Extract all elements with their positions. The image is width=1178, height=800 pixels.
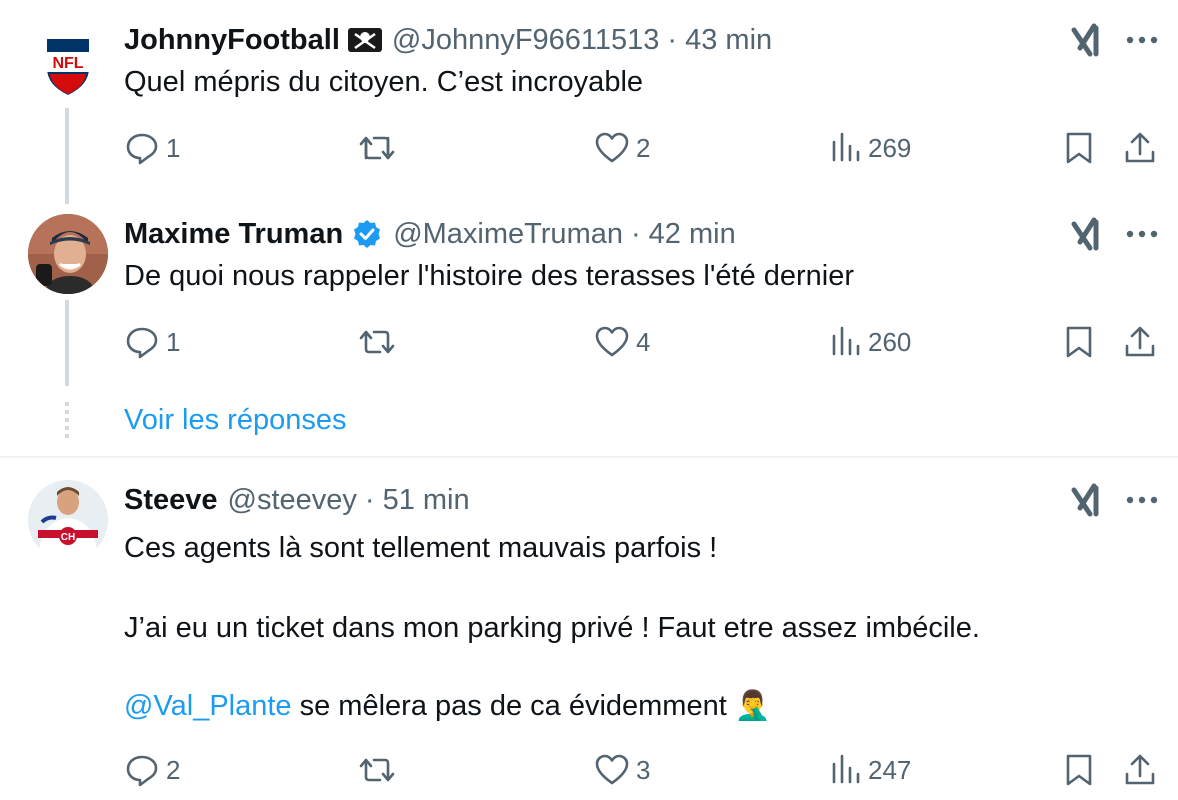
view-count: 269 bbox=[868, 132, 912, 163]
grok-icon[interactable] bbox=[1068, 20, 1108, 60]
reply-button[interactable]: 1 bbox=[124, 322, 180, 362]
retweet-button[interactable] bbox=[358, 128, 402, 168]
like-button[interactable]: 3 bbox=[594, 750, 650, 790]
views-icon bbox=[832, 132, 860, 162]
reply-count: 1 bbox=[166, 326, 181, 357]
user-handle[interactable]: @JohnnyF96611513 bbox=[392, 24, 660, 57]
tweet-header: JohnnyFootball @JohnnyF96611513 · 43 min bbox=[124, 20, 772, 60]
view-count: 247 bbox=[868, 754, 912, 785]
action-bar: 1 2 269 bbox=[0, 128, 1178, 168]
share-icon bbox=[1125, 132, 1155, 163]
grok-icon[interactable] bbox=[1068, 480, 1108, 520]
facepalm-emoji: 🤦‍♂️ bbox=[734, 690, 771, 722]
views-icon bbox=[832, 326, 860, 356]
reply-button[interactable]: 2 bbox=[124, 750, 180, 790]
tweet-text-line-3: @Val_Plante se mêlera pas de ca évidemme… bbox=[124, 686, 1154, 726]
like-count: 4 bbox=[636, 326, 651, 357]
tweet-johnnyfootball: NFL JohnnyFootball @JohnnyF96611513 · 43… bbox=[0, 0, 1178, 204]
mention-link[interactable]: @Val_Plante bbox=[124, 690, 292, 722]
grok-icon[interactable] bbox=[1068, 214, 1108, 254]
thread-continuation-dots bbox=[65, 402, 69, 438]
views-button[interactable]: 269 bbox=[830, 128, 911, 168]
retweet-button[interactable] bbox=[358, 750, 402, 790]
separator-dot: · bbox=[667, 23, 678, 56]
bookmark-button[interactable] bbox=[1064, 750, 1094, 790]
verified-icon bbox=[351, 218, 383, 250]
svg-text:NFL: NFL bbox=[52, 55, 83, 72]
timestamp[interactable]: 51 min bbox=[383, 484, 470, 517]
more-options-icon[interactable] bbox=[1122, 480, 1162, 520]
like-count: 2 bbox=[636, 132, 651, 163]
retweet-button[interactable] bbox=[358, 322, 402, 362]
display-name[interactable]: Steeve bbox=[124, 484, 218, 517]
heart-icon bbox=[595, 754, 629, 785]
timestamp[interactable]: 42 min bbox=[649, 218, 736, 251]
view-count: 260 bbox=[868, 326, 912, 357]
tweet-header: Steeve @steevey · 51 min bbox=[124, 480, 470, 520]
bookmark-icon bbox=[1066, 326, 1092, 358]
display-name[interactable]: JohnnyFootball bbox=[124, 24, 340, 57]
bookmark-button[interactable] bbox=[1064, 322, 1094, 362]
separator-dot: · bbox=[630, 217, 641, 250]
more-options-icon[interactable] bbox=[1122, 214, 1162, 254]
tweet-maximetruman: Maxime Truman @MaximeTruman · 42 min De … bbox=[0, 194, 1178, 394]
avatar[interactable]: CH bbox=[28, 480, 108, 560]
person-photo-icon bbox=[28, 214, 108, 294]
separator-dot: · bbox=[364, 483, 375, 516]
retweet-icon bbox=[359, 758, 395, 782]
heart-icon bbox=[595, 326, 629, 357]
tweet-text-line-2: J’ai eu un ticket dans mon parking privé… bbox=[124, 612, 980, 644]
retweet-icon bbox=[359, 136, 395, 160]
avatar[interactable]: NFL bbox=[28, 28, 108, 108]
retweet-icon bbox=[359, 330, 395, 354]
views-button[interactable]: 247 bbox=[830, 750, 911, 790]
tweet-text-rest: se mêlera pas de ca évidemment bbox=[291, 690, 735, 722]
more-options-icon[interactable] bbox=[1122, 20, 1162, 60]
like-button[interactable]: 2 bbox=[594, 128, 650, 168]
user-handle[interactable]: @steevey bbox=[228, 484, 357, 517]
bookmark-icon bbox=[1066, 132, 1092, 164]
reply-icon bbox=[126, 327, 158, 359]
views-icon bbox=[832, 754, 860, 784]
share-button[interactable] bbox=[1122, 750, 1158, 790]
tweet-header: Maxime Truman @MaximeTruman · 42 min bbox=[124, 214, 736, 254]
tweet-text: De quoi nous rappeler l'histoire des ter… bbox=[124, 260, 855, 292]
reply-count: 1 bbox=[166, 132, 181, 163]
pirate-flag-icon bbox=[347, 26, 382, 54]
bookmark-icon bbox=[1066, 754, 1092, 786]
bookmark-button[interactable] bbox=[1064, 128, 1094, 168]
svg-text:CH: CH bbox=[61, 532, 75, 543]
like-button[interactable]: 4 bbox=[594, 322, 650, 362]
views-button[interactable]: 260 bbox=[830, 322, 911, 362]
nfl-logo-icon: NFL bbox=[45, 37, 91, 98]
reply-icon bbox=[126, 133, 158, 165]
like-count: 3 bbox=[636, 754, 651, 785]
timestamp[interactable]: 43 min bbox=[685, 24, 772, 57]
share-icon bbox=[1125, 326, 1155, 357]
tweet-text-line-1: Ces agents là sont tellement mauvais par… bbox=[124, 532, 718, 564]
reply-button[interactable]: 1 bbox=[124, 128, 180, 168]
hockey-player-icon: CH bbox=[28, 480, 108, 560]
tweet-steeve: CH Steeve @steevey · 51 min Ces agents l… bbox=[0, 458, 1178, 800]
user-handle[interactable]: @MaximeTruman bbox=[393, 218, 623, 251]
reply-count: 2 bbox=[166, 754, 181, 785]
display-name[interactable]: Maxime Truman bbox=[124, 218, 343, 251]
action-bar: 2 3 247 bbox=[0, 750, 1178, 790]
share-button[interactable] bbox=[1122, 322, 1158, 362]
action-bar: 1 4 260 bbox=[0, 322, 1178, 362]
share-icon bbox=[1125, 754, 1155, 785]
avatar[interactable] bbox=[28, 214, 108, 294]
tweet-text: Quel mépris du citoyen. C’est incroyable bbox=[124, 66, 644, 98]
show-replies-link[interactable]: Voir les réponses bbox=[124, 400, 346, 440]
reply-icon bbox=[126, 755, 158, 787]
share-button[interactable] bbox=[1122, 128, 1158, 168]
heart-icon bbox=[595, 132, 629, 163]
